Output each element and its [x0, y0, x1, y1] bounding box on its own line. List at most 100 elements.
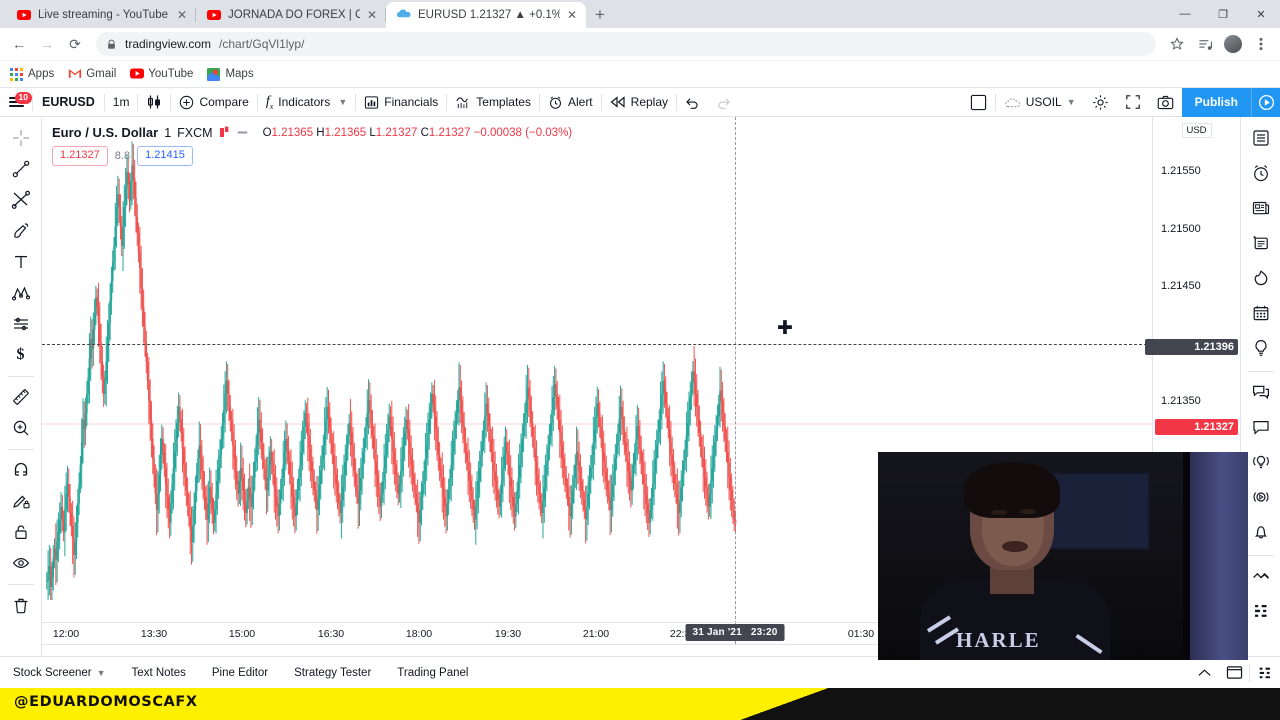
symbol-search-button[interactable]: EURUSD — [33, 88, 104, 117]
calendar-icon[interactable] — [1245, 297, 1277, 329]
chevron-down-icon[interactable]: ▼ — [97, 668, 106, 678]
legend-interval: 1 — [164, 125, 172, 140]
pattern-icon[interactable] — [6, 278, 36, 308]
back-icon[interactable]: ← — [6, 31, 32, 57]
kebab-menu-icon[interactable] — [1248, 31, 1274, 57]
tab-trading-panel[interactable]: Trading Panel — [384, 657, 481, 689]
chevron-down-icon[interactable]: ▼ — [338, 97, 347, 107]
main-menu-button[interactable]: 10 — [0, 92, 32, 107]
fullscreen-icon[interactable] — [1117, 88, 1149, 117]
watchlist-icon[interactable] — [1245, 122, 1277, 154]
broadcast-icon[interactable] — [1245, 446, 1277, 478]
magnet-icon[interactable] — [6, 455, 36, 485]
forecast-icon[interactable]: $ — [6, 340, 36, 370]
bid-price: 1.21327 — [52, 146, 108, 166]
close-icon[interactable]: ✕ — [567, 9, 577, 21]
alert-clock-icon[interactable] — [1245, 157, 1277, 189]
reading-list-icon[interactable] — [1192, 31, 1218, 57]
new-tab-button[interactable]: + — [586, 5, 614, 28]
tab-text-notes[interactable]: Text Notes — [119, 657, 199, 689]
hide-drawings-icon[interactable] — [6, 548, 36, 578]
tab-stock-screener[interactable]: Stock Screener ▼ — [0, 657, 119, 689]
remove-drawings-icon[interactable] — [6, 590, 36, 620]
brush-icon[interactable] — [6, 216, 36, 246]
grid-dots-icon[interactable] — [1250, 657, 1280, 689]
browser-tab-2[interactable]: JORNADA DO FOREX | OS 5 PAS ✕ — [196, 2, 386, 28]
chevron-down-icon[interactable]: ▼ — [1067, 97, 1076, 107]
ohlc-h: 1.21365 — [324, 126, 367, 139]
long-short-position-icon[interactable] — [6, 309, 36, 339]
notification-bell-icon[interactable] — [1245, 516, 1277, 548]
zoom-in-icon[interactable] — [6, 413, 36, 443]
fib-pitchfork-icon[interactable] — [6, 185, 36, 215]
notes-icon[interactable] — [1245, 227, 1277, 259]
browser-tab-3[interactable]: EURUSD 1.21327 ▲ +0.1% USOIL ✕ — [386, 2, 586, 28]
window-close-button[interactable]: ✕ — [1242, 0, 1280, 28]
undo-icon[interactable] — [677, 88, 708, 117]
tab-strategy-tester[interactable]: Strategy Tester — [281, 657, 384, 689]
address-bar[interactable]: tradingview.com/chart/GqVl1lyp/ — [96, 32, 1156, 56]
window-minimize-button[interactable]: — — [1166, 0, 1204, 28]
shirt-text: HARLE — [956, 628, 1041, 652]
avatar[interactable] — [1220, 31, 1246, 57]
close-icon[interactable]: ✕ — [367, 9, 377, 21]
star-icon[interactable] — [1164, 31, 1190, 57]
templates-icon — [455, 95, 471, 110]
close-icon[interactable]: ✕ — [177, 9, 187, 21]
alert-button[interactable]: Alert — [540, 88, 601, 117]
window-maximize-button[interactable]: ❐ — [1204, 0, 1242, 28]
bookmark-youtube[interactable]: YouTube — [130, 68, 193, 81]
bookmark-maps[interactable]: Maps — [207, 67, 254, 81]
person-eye-right — [1020, 509, 1036, 514]
redo-icon[interactable] — [708, 88, 739, 117]
drawing-mode-icon[interactable] — [6, 486, 36, 516]
wall-picture — [1046, 472, 1150, 550]
news-icon[interactable] — [1245, 192, 1277, 224]
time-tick: 12:00 — [52, 628, 80, 640]
camera-icon[interactable] — [1149, 88, 1182, 117]
layout-icon[interactable] — [962, 88, 995, 117]
bookmark-apps[interactable]: Apps — [10, 67, 54, 81]
watch-symbol-button[interactable]: USOIL ▼ — [996, 88, 1084, 117]
address-host: tradingview.com — [125, 37, 212, 51]
templates-button[interactable]: Templates — [447, 88, 539, 117]
financials-button[interactable]: Financials — [356, 88, 446, 117]
text-icon[interactable] — [6, 247, 36, 277]
stream-icon[interactable] — [1245, 481, 1277, 513]
browser-tab-1[interactable]: Live streaming - YouTube Studio ✕ — [6, 2, 196, 28]
gmail-icon — [68, 68, 82, 81]
reload-icon[interactable]: ⟳ — [62, 31, 88, 57]
ideas-icon[interactable] — [1245, 332, 1277, 364]
hotlist-icon[interactable] — [1245, 262, 1277, 294]
price-tick: 1.21450 — [1161, 280, 1201, 292]
indicators-button[interactable]: fx Indicators ▼ — [258, 88, 355, 117]
bookmark-gmail[interactable]: Gmail — [68, 68, 116, 81]
visibility-icon[interactable] — [236, 126, 249, 139]
replay-button[interactable]: Replay — [602, 88, 676, 117]
ruler-icon[interactable] — [6, 382, 36, 412]
tab-pine-editor[interactable]: Pine Editor — [199, 657, 281, 689]
private-chat-icon[interactable] — [1245, 411, 1277, 443]
time-tick: 16:30 — [317, 628, 345, 640]
youtube-icon — [130, 68, 145, 81]
trend-line-icon[interactable] — [6, 154, 36, 184]
menu-badge: 10 — [14, 92, 32, 104]
chat-icon[interactable] — [1245, 376, 1277, 408]
candles-icon[interactable] — [138, 88, 170, 117]
flow-icon[interactable] — [1245, 560, 1277, 592]
interval-button[interactable]: 1m — [105, 88, 138, 117]
gear-icon[interactable] — [1084, 88, 1117, 117]
play-circle-icon[interactable] — [1251, 87, 1280, 117]
time-tick: 15:00 — [228, 628, 256, 640]
publish-button[interactable]: Publish — [1181, 87, 1251, 117]
compare-button[interactable]: Compare — [171, 88, 256, 117]
crosshair-icon[interactable] — [6, 123, 36, 153]
banner-tail-shape — [330, 688, 1280, 720]
forward-icon[interactable]: → — [34, 31, 60, 57]
spread-value: 8.8 — [114, 149, 131, 162]
webcam-overlay[interactable]: HARLE — [878, 452, 1248, 660]
lock-drawings-icon[interactable] — [6, 517, 36, 547]
panel-icon[interactable] — [1219, 657, 1249, 689]
chevron-up-icon[interactable] — [1189, 657, 1219, 689]
apps-dots-icon[interactable] — [1245, 595, 1277, 627]
